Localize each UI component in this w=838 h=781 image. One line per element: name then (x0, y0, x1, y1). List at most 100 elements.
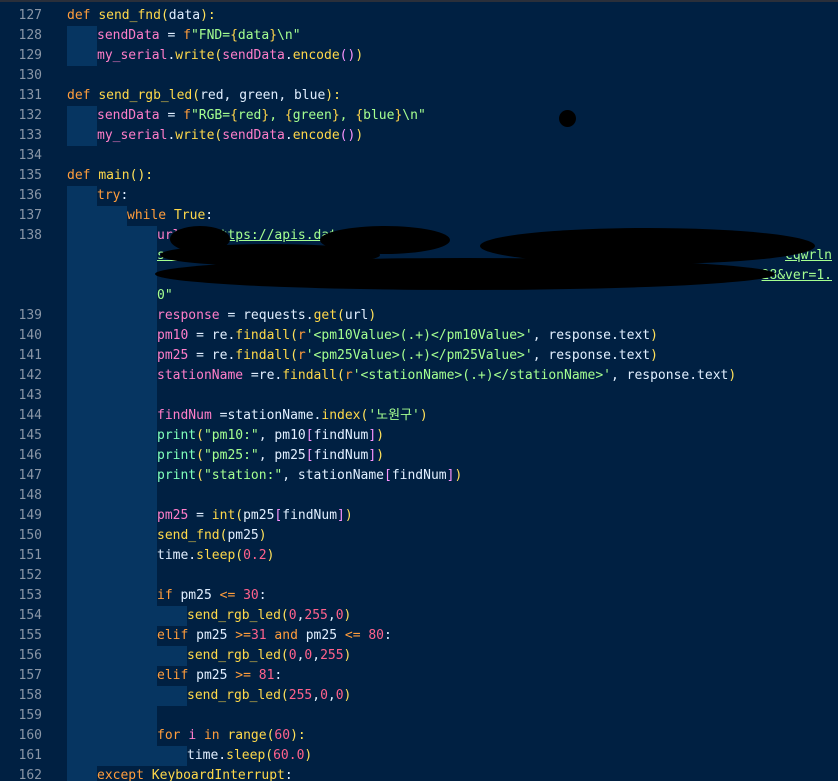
code-line[interactable]: 154 send_rgb_led(0,255,0) (0, 606, 838, 626)
code-token: requests. (243, 308, 314, 323)
indent-guide (97, 406, 127, 426)
code-token: = (188, 508, 212, 523)
code-token: ) (343, 688, 352, 703)
code-token: , response.text (532, 348, 651, 363)
code-token: sendData (97, 108, 160, 123)
code-token: response (157, 308, 220, 323)
code-token: 0.2 (243, 548, 267, 563)
code-line[interactable]: 143 (0, 386, 838, 406)
code-token: ): (290, 728, 306, 743)
code-token: try (97, 188, 121, 203)
line-number: 161 (18, 748, 42, 763)
indent-guide (67, 326, 97, 346)
code-token: ( (235, 508, 244, 523)
code-token: = re. (188, 328, 236, 343)
code-line[interactable]: 157 elif pm25 >= 81: (0, 666, 838, 686)
code-token: "station:" (203, 468, 283, 483)
code-line[interactable]: 140 pm10 = re.findall(r'<pm10Value>(.+)</… (0, 326, 838, 346)
code-token: { (230, 28, 238, 43)
indent-guide (67, 746, 97, 766)
code-line[interactable]: 148 (0, 486, 838, 506)
code-token: 80 (368, 628, 385, 643)
indent-guide (127, 566, 157, 586)
code-line[interactable]: 149 pm25 = int(pm25[findNum]) (0, 506, 838, 526)
code-line[interactable]: 152 (0, 566, 838, 586)
code-line[interactable]: 142 stationName =re.findall(r'<stationNam… (0, 366, 838, 386)
line-number: 132 (18, 108, 42, 123)
code-line[interactable]: 131 def send_rgb_led(red, green, blue): (0, 86, 838, 106)
code-line[interactable]: 136 try: (0, 186, 838, 206)
code-line[interactable]: 128 sendData = f"FND={data}\n" (0, 26, 838, 46)
code-token: ) (344, 508, 353, 523)
line-number: 138 (18, 228, 42, 243)
code-text: response = requests.get(url) (157, 306, 376, 326)
code-line[interactable]: 127 def send_fnd(data): (0, 6, 838, 26)
code-line[interactable]: 134 (0, 146, 838, 166)
code-line[interactable]: 129 my_serial.write(sendData.encode()) (0, 46, 838, 66)
code-token: time. (187, 748, 227, 763)
code-token: , pm25 (258, 448, 306, 463)
code-token: encode (292, 128, 340, 143)
code-line[interactable]: 132 sendData = f"RGB={red}, {green}, {blu… (0, 106, 838, 126)
code-line[interactable]: 160 for i in range(60): (0, 726, 838, 746)
code-line[interactable]: 130 (0, 66, 838, 86)
code-line[interactable]: 137 while True: (0, 206, 838, 226)
indent-guide (97, 226, 127, 246)
code-token: pm25 (180, 588, 220, 603)
line-number: 141 (18, 348, 42, 363)
code-line[interactable]: 162 except KeyboardInterrupt: (0, 766, 838, 781)
code-line[interactable]: 151 time.sleep(0.2) (0, 546, 838, 566)
code-line[interactable]: 150 send_fnd(pm25) (0, 526, 838, 546)
code-line[interactable]: 141 pm25 = re.findall(r'<pm25Value>(.+)</… (0, 346, 838, 366)
indent-guide (67, 486, 97, 506)
indent-guide (67, 646, 97, 666)
line-number: 149 (18, 508, 42, 523)
code-token: f (183, 28, 191, 43)
code-line[interactable]: 155 elif pm25 >=31 and pm25 <= 80: (0, 626, 838, 646)
code-line[interactable]: 159 (0, 706, 838, 726)
code-token: (): (129, 168, 154, 183)
code-text: send_fnd(pm25) (157, 526, 267, 546)
code-token: "RGB= (190, 108, 231, 123)
code-editor[interactable]: 127 def send_fnd(data): 128 sendData = f"FN… (0, 0, 838, 781)
code-token: data (237, 28, 270, 43)
code-token: 0 (288, 648, 297, 663)
code-token: elif (157, 628, 197, 643)
indent-guide (67, 686, 97, 706)
code-token: <= (344, 628, 361, 643)
code-token: r (297, 328, 306, 343)
code-line[interactable]: 156 send_rgb_led(0,0,255) (0, 646, 838, 666)
line-number: 144 (18, 408, 42, 423)
line-number: 134 (18, 148, 42, 163)
indent-guide (67, 126, 97, 146)
indent-guide (67, 206, 97, 226)
indent-guide (97, 726, 127, 746)
code-line[interactable]: 158 send_rgb_led(255,0,0) (0, 686, 838, 706)
code-line[interactable]: 153 if pm25 <= 30: (0, 586, 838, 606)
code-token: send_rgb_led (98, 88, 193, 103)
code-line[interactable]: 144 findNum =stationName.index('노원구') (0, 406, 838, 426)
code-token: ( (280, 608, 289, 623)
indent-guide (97, 466, 127, 486)
code-line[interactable]: 161 time.sleep(60.0) (0, 746, 838, 766)
indent-guide (67, 46, 97, 66)
indent-guide (127, 246, 157, 266)
line-number: 157 (18, 668, 42, 683)
indent-guide (67, 286, 97, 306)
code-token: sleep (226, 748, 266, 763)
code-line[interactable]: 145 print("pm10:", pm10[findNum]) (0, 426, 838, 446)
code-token: ) (343, 608, 352, 623)
code-line[interactable]: 146 print("pm25:", pm25[findNum]) (0, 446, 838, 466)
code-token: sendData (222, 48, 285, 63)
code-text: print("pm25:", pm25[findNum]) (157, 446, 384, 466)
code-token: \n" (277, 28, 301, 43)
indent-guide (67, 26, 97, 46)
code-line[interactable]: 139 response = requests.get(url) (0, 306, 838, 326)
code-line[interactable]: 147 print("station:", stationName[findNum… (0, 466, 838, 486)
code-text: pm25 = re.findall(r'<pm25Value>(.+)</pm2… (157, 346, 658, 366)
code-line[interactable]: 135 def main(): (0, 166, 838, 186)
indent-guide (67, 346, 97, 366)
code-token: 0 (335, 608, 344, 623)
code-line[interactable]: 133 my_serial.write(sendData.encode()) (0, 126, 838, 146)
